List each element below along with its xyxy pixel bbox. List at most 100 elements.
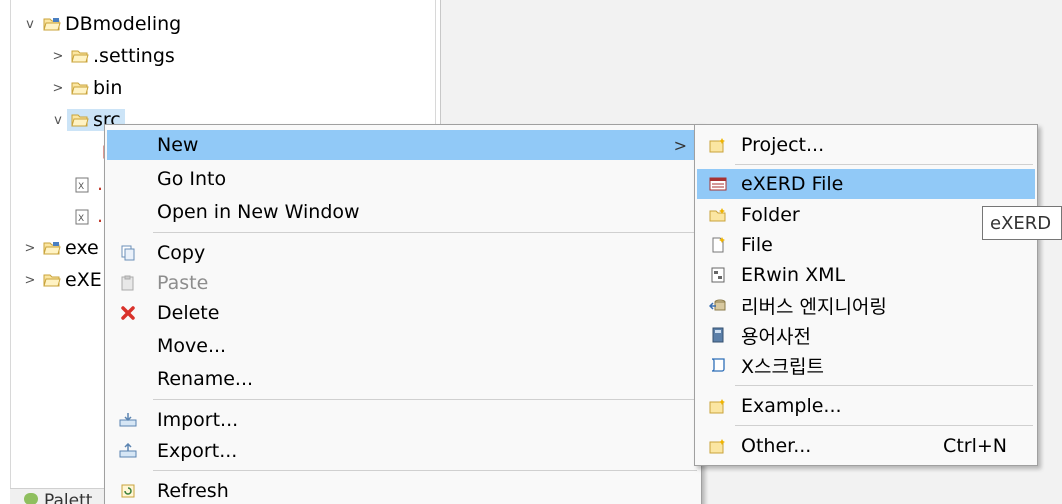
palette-icon — [24, 493, 38, 504]
expanded-chevron-icon[interactable]: v — [21, 17, 39, 32]
tooltip: eXERD — [982, 206, 1062, 240]
menu-item-label: Paste — [157, 272, 209, 294]
menu-item-label: Export... — [157, 440, 238, 462]
tree-item-bin[interactable]: > bin — [49, 74, 123, 102]
collapsed-chevron-icon[interactable]: > — [21, 273, 39, 288]
menu-item-move[interactable]: Move... — [107, 331, 699, 361]
menu-item-label: Refresh — [157, 480, 229, 502]
collapsed-chevron-icon[interactable]: > — [49, 81, 67, 96]
submenu-item-glossary[interactable]: 용어사전 — [697, 320, 1035, 350]
menu-item-go-into[interactable]: Go Into — [107, 164, 699, 194]
tree-label: eXE — [65, 269, 102, 291]
export-icon — [119, 442, 137, 460]
svg-text:X: X — [78, 214, 84, 224]
project-folder-icon — [43, 241, 61, 255]
tree-label: . — [97, 173, 104, 195]
example-icon — [709, 397, 727, 415]
paste-icon — [119, 274, 137, 292]
menu-item-label: Open in New Window — [157, 201, 360, 223]
submenu-item-example[interactable]: Example... — [697, 391, 1035, 421]
menu-item-export[interactable]: Export... — [107, 436, 699, 466]
import-icon — [119, 411, 137, 429]
collapsed-chevron-icon[interactable]: > — [49, 49, 67, 64]
menu-item-label: Folder — [741, 204, 800, 226]
new-folder-icon — [709, 206, 727, 224]
menu-item-delete[interactable]: Delete — [107, 298, 699, 328]
tree-label: exe — [65, 237, 99, 259]
other-icon — [709, 437, 727, 455]
exerd-file-icon — [709, 175, 727, 193]
tree-item-file-1[interactable]: X . — [71, 170, 103, 198]
xml-file-icon: X — [75, 209, 93, 225]
menu-item-paste[interactable]: Paste — [107, 268, 699, 298]
tree-item-exe2[interactable]: > eXE — [21, 266, 102, 294]
tree-item-exe[interactable]: > exe — [21, 234, 99, 262]
erwin-xml-icon — [709, 266, 727, 284]
menu-item-label: Rename... — [157, 368, 254, 390]
collapsed-chevron-icon[interactable]: > — [21, 241, 39, 256]
menu-item-import[interactable]: Import... — [107, 405, 699, 435]
menu-item-label: Other... — [741, 435, 812, 457]
refresh-icon — [119, 482, 137, 500]
submenu-item-other[interactable]: Other... Ctrl+N — [697, 431, 1035, 461]
menu-separator — [735, 425, 1033, 426]
tree-label: DBmodeling — [65, 13, 182, 35]
new-project-icon — [709, 136, 727, 154]
menu-item-rename[interactable]: Rename... — [107, 364, 699, 394]
submenu-item-xscript[interactable]: X스크립트 — [697, 350, 1035, 380]
submenu-item-erwin-xml[interactable]: ERwin XML — [697, 260, 1035, 290]
submenu-item-exerd-file[interactable]: eXERD File — [697, 169, 1035, 199]
submenu-item-project[interactable]: Project... — [697, 130, 1035, 160]
tree-item-dbmodeling[interactable]: v DBmodeling — [21, 10, 181, 38]
tree-label: . — [97, 205, 104, 227]
menu-separator — [153, 232, 697, 233]
glossary-icon — [709, 326, 727, 344]
tree-item-settings[interactable]: > .settings — [49, 42, 175, 70]
submenu-arrow-icon: > — [673, 135, 687, 155]
menu-item-label: 용어사전 — [741, 325, 811, 348]
menu-separator — [735, 164, 1033, 165]
menu-item-label: ERwin XML — [741, 264, 846, 286]
menu-item-label: Copy — [157, 242, 206, 264]
menu-item-label: 리버스 엔지니어링 — [741, 295, 887, 318]
menu-item-label: Import... — [157, 409, 239, 431]
delete-icon — [119, 304, 137, 322]
menu-separator — [735, 385, 1033, 386]
submenu-item-reverse-engineering[interactable]: 리버스 엔지니어링 — [697, 290, 1035, 320]
palette-tab-label: Palett — [44, 491, 93, 504]
xscript-icon — [709, 356, 727, 374]
context-menu: New > Go Into Open in New Window Copy Pa… — [104, 124, 702, 504]
reverse-engineering-icon — [709, 296, 727, 314]
menu-item-label: Delete — [157, 302, 220, 324]
project-folder-icon — [43, 17, 61, 31]
folder-icon — [43, 273, 61, 287]
menu-item-label: Move... — [157, 335, 227, 357]
svg-text:X: X — [78, 182, 84, 192]
menu-item-label: Project... — [741, 134, 825, 156]
menu-item-copy[interactable]: Copy — [107, 238, 699, 268]
menu-item-new[interactable]: New > — [107, 130, 699, 160]
menu-item-label: X스크립트 — [741, 355, 824, 378]
menu-item-label: New — [157, 134, 199, 156]
new-submenu: Project... eXERD File Folder File ERwin — [694, 124, 1038, 466]
menu-item-open-new-window[interactable]: Open in New Window — [107, 197, 699, 227]
tree-item-file-2[interactable]: X . — [71, 202, 103, 230]
menu-separator — [153, 470, 697, 471]
eclipse-window: v DBmodeling > .settings > bin v src X .… — [0, 0, 1062, 504]
shortcut-label: Ctrl+N — [943, 435, 1007, 457]
menu-item-label: Go Into — [157, 168, 227, 190]
tree-label: .settings — [93, 45, 175, 67]
menu-separator — [153, 399, 697, 400]
copy-icon — [119, 244, 137, 262]
folder-icon — [71, 81, 89, 95]
menu-item-label: eXERD File — [741, 173, 844, 195]
folder-icon — [71, 49, 89, 63]
folder-icon — [71, 113, 89, 127]
menu-item-refresh[interactable]: Refresh — [107, 476, 699, 504]
xml-file-icon: X — [75, 177, 93, 193]
menu-item-label: Example... — [741, 395, 842, 417]
expanded-chevron-icon[interactable]: v — [49, 113, 67, 128]
menu-item-label: File — [741, 234, 773, 256]
tree-label: bin — [93, 77, 123, 99]
new-file-icon — [709, 236, 727, 254]
